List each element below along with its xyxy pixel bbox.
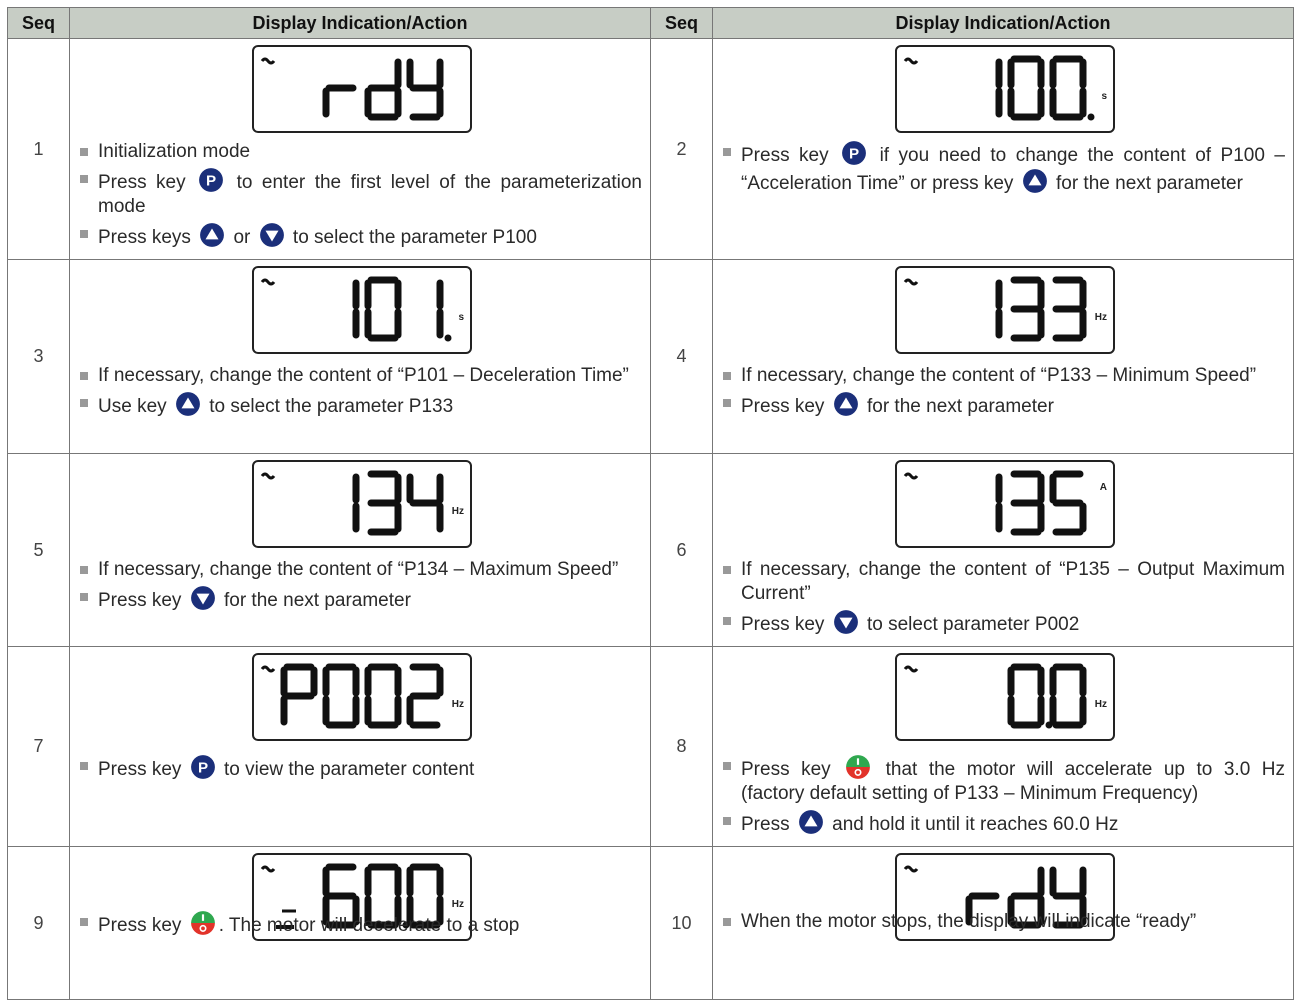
- step-action-cell: A If necessary, change the content of “P1…: [712, 453, 1294, 647]
- lcd-display: Hz: [252, 460, 472, 548]
- instruction-list: Press key that the motor will accelerate…: [713, 754, 1293, 846]
- step-number: 2: [650, 38, 713, 260]
- instruction-item: Use key to select the parameter P133: [80, 391, 642, 419]
- up-key-icon: [798, 810, 823, 834]
- down-key-icon: [190, 586, 215, 610]
- instruction-item: If necessary, change the content of “P13…: [723, 364, 1285, 388]
- instruction-list: Press key . The motor will decelerate to…: [70, 910, 650, 947]
- step-action-cell: Hz Press key P to view the parameter cont…: [69, 646, 651, 847]
- step-action-cell: Hz Press key . The motor will decelerate …: [69, 846, 651, 1000]
- step-number: 7: [7, 646, 70, 847]
- step-action-cell: s Press key P if you need to change the c…: [712, 38, 1294, 260]
- step-number: 4: [650, 259, 713, 454]
- instruction-item: When the motor stops, the display will i…: [723, 910, 1285, 934]
- display-unit: Hz: [451, 899, 464, 910]
- instruction-list: If necessary, change the content of “P13…: [713, 364, 1293, 428]
- p-key-icon: P: [199, 168, 224, 192]
- display-unit: s: [1101, 91, 1107, 102]
- instruction-item: Press keys or to select the parameter P1…: [80, 222, 642, 250]
- down-key-icon: [833, 610, 858, 634]
- step-row: 5 Hz If necessary, change the content of “…: [7, 453, 1294, 647]
- up-key-icon: [1022, 169, 1047, 193]
- svg-text:P: P: [849, 145, 859, 162]
- instruction-item: Press key for the next parameter: [723, 391, 1285, 419]
- instruction-item: If necessary, change the content of “P10…: [80, 364, 642, 388]
- step-row: 7 Hz Press key P to view the parameter con…: [7, 646, 1294, 847]
- instruction-list: If necessary, change the content of “P10…: [70, 364, 650, 428]
- procedure-table: Seq Display Indication/Action Seq Displa…: [7, 7, 1294, 1000]
- lcd-display: s: [252, 266, 472, 354]
- display-unit: Hz: [1094, 312, 1107, 323]
- down-key-icon: [259, 223, 284, 247]
- instruction-item: Press and hold it until it reaches 60.0 …: [723, 809, 1285, 837]
- instruction-item: Initialization mode: [80, 140, 642, 164]
- step-number: 8: [650, 646, 713, 847]
- step-action-cell: Hz If necessary, change the content of “P…: [712, 259, 1294, 454]
- step-action-cell: When the motor stops, the display will i…: [712, 846, 1294, 1000]
- instruction-list: Initialization mode Press key P to enter …: [70, 140, 650, 259]
- instruction-item: Press key that the motor will accelerate…: [723, 754, 1285, 806]
- lcd-display: Hz: [895, 653, 1115, 741]
- instruction-item: If necessary, change the content of “P13…: [80, 558, 642, 582]
- instruction-item: Press key to select parameter P002: [723, 609, 1285, 637]
- lcd-display: Hz: [252, 653, 472, 741]
- instruction-item: Press key P if you need to change the co…: [723, 140, 1285, 196]
- display-unit: Hz: [1094, 699, 1107, 710]
- up-key-icon: [833, 392, 858, 416]
- svg-text:P: P: [198, 759, 208, 776]
- svg-text:P: P: [206, 172, 216, 189]
- step-number: 3: [7, 259, 70, 454]
- instruction-item: Press key P to view the parameter conten…: [80, 754, 642, 782]
- step-action-cell: Initialization mode Press key P to enter …: [69, 38, 651, 260]
- step-action-cell: s If necessary, change the content of “P1…: [69, 259, 651, 454]
- display-unit: Hz: [451, 506, 464, 517]
- p-key-icon: P: [842, 141, 867, 165]
- lcd-display: A: [895, 460, 1115, 548]
- instruction-list: If necessary, change the content of “P13…: [70, 558, 650, 622]
- instruction-list: Press key P to view the parameter conten…: [70, 754, 650, 791]
- lcd-display: s: [895, 45, 1115, 133]
- display-unit: A: [1099, 482, 1107, 493]
- up-key-icon: [176, 392, 200, 416]
- header-row: Seq Display Indication/Action Seq Displa…: [7, 7, 1294, 39]
- instruction-item: If necessary, change the content of “P13…: [723, 559, 1285, 604]
- step-number: 6: [650, 453, 713, 647]
- lcd-display: Hz: [895, 266, 1115, 354]
- step-number: 1: [7, 38, 70, 260]
- instruction-list: If necessary, change the content of “P13…: [713, 558, 1293, 646]
- step-number: 5: [7, 453, 70, 647]
- display-unit: Hz: [451, 699, 464, 710]
- step-action-cell: Hz Press key that the motor will accelera…: [712, 646, 1294, 847]
- run-stop-key-icon: [846, 755, 871, 779]
- instruction-item: Press key P to enter the first level of …: [80, 167, 642, 219]
- instruction-item: Press key for the next parameter: [80, 585, 642, 613]
- seq-header: Seq: [650, 7, 713, 39]
- step-row: 1 Initialization mode Press key P to enter…: [7, 38, 1294, 260]
- display-unit: s: [458, 312, 464, 323]
- step-number: 9: [7, 846, 70, 1000]
- up-key-icon: [200, 223, 225, 247]
- lcd-display: [252, 45, 472, 133]
- step-action-cell: Hz If necessary, change the content of “P…: [69, 453, 651, 647]
- instruction-item: Press key . The motor will decelerate to…: [80, 910, 642, 938]
- instruction-list: Press key P if you need to change the co…: [713, 140, 1293, 205]
- action-header: Display Indication/Action: [69, 7, 651, 39]
- step-row: 9 Hz Press key . The motor will decelerate…: [7, 846, 1294, 1000]
- step-number: 10: [650, 846, 713, 1000]
- action-header: Display Indication/Action: [712, 7, 1294, 39]
- run-stop-key-icon: [190, 911, 215, 935]
- step-row: 3 s If necessary, change the content of “P…: [7, 259, 1294, 454]
- seq-header: Seq: [7, 7, 70, 39]
- p-key-icon: P: [190, 755, 215, 779]
